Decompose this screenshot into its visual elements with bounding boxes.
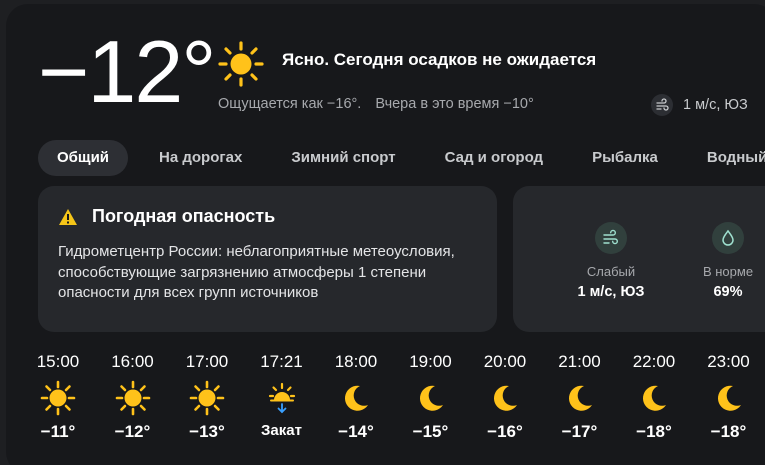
tabs-bar: Общий На дорогах Зимний спорт Сад и огор… [38,140,765,176]
tab-fishing[interactable]: Рыбалка [574,140,676,176]
hour-temperature: −14° [338,422,374,441]
hour-item: 21:00 −17° [544,352,616,442]
hour-temperature: −16° [487,422,523,441]
hour-temperature: Закат [261,422,302,439]
warning-icon [59,208,77,225]
moon-icon [709,378,749,418]
sun-icon [218,41,264,87]
humidity-label: В норме [702,264,754,279]
hour-item: 22:00 −18° [618,352,690,442]
wind-metric: Слабый 1 м/с, ЮЗ [566,222,656,300]
tab-general[interactable]: Общий [38,140,129,176]
tab-garden[interactable]: Сад и огород [427,140,561,176]
hour-item: 18:00 −14° [320,352,392,442]
moon-icon [634,378,674,418]
sun-icon [38,378,78,418]
sunset-icon [262,378,302,418]
wind-summary: 1 м/с, ЮЗ [651,94,748,116]
hour-temperature: −18° [710,422,747,441]
hour-item: 15:00 −11° [22,352,94,442]
hour-item: 19:00 −15° [395,352,467,442]
moon-icon [560,378,600,418]
hour-time: 20:00 [483,352,527,371]
humidity-value: 69% [713,284,743,300]
moon-icon [485,378,525,418]
hour-time: 23:00 [707,352,750,371]
sun-icon [113,378,153,418]
condition-text: Ясно. Сегодня осадков не ожидается [282,50,597,69]
hourly-forecast: 15:00 −11° 16:00 −12° 17:00 −13° 17:21 Закат 18:… [22,352,765,452]
hour-time: 17:21 [260,352,303,371]
hour-time: 17:00 [185,352,229,371]
hour-time: 15:00 [36,352,80,371]
hour-temperature: −13° [189,422,225,441]
hour-temperature: −17° [561,422,598,441]
tab-winter-sport[interactable]: Зимний спорт [273,140,413,176]
wind-icon [651,94,673,116]
humidity-metric: В норме 69% [683,222,765,300]
wind-icon [595,222,627,254]
yesterday-text: Вчера в это время −10° [375,96,534,112]
hour-time: 22:00 [632,352,676,371]
wind-value: 1 м/с, ЮЗ [683,97,748,113]
hour-item: 17:21 Закат [246,352,318,439]
hour-temperature: −15° [412,422,449,441]
hour-item: 17:00 −13° [171,352,243,442]
tab-water[interactable]: Водный [689,140,765,176]
moon-icon [336,378,376,418]
sun-icon [187,378,227,418]
moon-icon [411,378,451,418]
hour-temperature: −12° [114,422,151,441]
hour-item: 20:00 −16° [469,352,541,442]
wind-metric-value: 1 м/с, ЮЗ [577,284,645,300]
hour-time: 16:00 [111,352,154,371]
warning-text: Гидрометцентр России: неблагоприятные ме… [58,243,455,301]
wind-label: Слабый [586,264,636,279]
tab-roads[interactable]: На дорогах [141,140,260,176]
hour-temperature: −18° [636,422,672,441]
details-card[interactable]: Слабый 1 м/с, ЮЗ В норме 69% [513,186,765,332]
hour-time: 18:00 [334,352,378,371]
hour-time: 19:00 [409,352,452,371]
weather-subline: Ощущается как −16°. Вчера в это время −1… [218,96,544,112]
current-temperature: −12° [38,22,216,121]
hour-time: 21:00 [558,352,601,371]
humidity-drop-icon [712,222,744,254]
warning-header: Погодная опасность [58,206,275,227]
hour-item: 23:00 −18° [693,352,765,442]
hour-temperature: −11° [40,422,76,441]
feels-like-text: Ощущается как −16°. [218,96,362,112]
weather-warning-card[interactable]: Погодная опасность Гидрометцентр России:… [38,186,497,332]
warning-title: Погодная опасность [92,206,276,226]
hour-item: 16:00 −12° [97,352,169,442]
